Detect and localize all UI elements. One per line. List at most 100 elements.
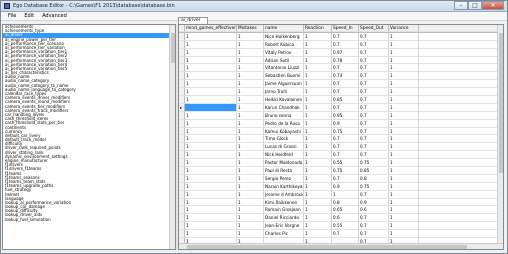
grid-cell[interactable]: 1 [389,167,419,175]
grid-cell[interactable]: 1 [185,48,237,57]
grid-cell[interactable]: 1 [237,159,264,168]
grid-cell[interactable]: 0.74 [332,72,359,81]
grid-cell[interactable]: 0.7 [332,80,359,89]
table-row[interactable]: 1 1 Nick Heidfeld 1 0.7 0.7 1 [179,151,503,160]
grid-cell[interactable]: 1 [389,222,419,231]
grid-cell[interactable]: 0.7 [332,174,359,183]
grid-cell[interactable]: 0.7 [332,88,359,97]
table-list-scrollbar[interactable] [169,25,175,249]
grid-cell[interactable]: 1 [237,167,264,175]
grid-cell[interactable]: 0.7 [359,32,389,41]
grid-cell[interactable]: Bruno senna [264,111,304,120]
grid-cell[interactable]: 0.6 [332,214,359,223]
grid-cell[interactable]: 1 [304,167,332,175]
grid-cell[interactable]: Sergio Perez [264,174,304,183]
grid-cell[interactable]: 1 [389,190,419,199]
grid-cell[interactable]: 1 [304,48,332,57]
grid-cell[interactable]: 1 [237,56,264,65]
grid-cell[interactable]: 1 [304,135,332,144]
grid-cell[interactable]: 0.7 [332,143,359,152]
grid-cell[interactable]: 0.8 [332,198,359,207]
grid-cell[interactable]: 1 [389,127,419,136]
grid-cell[interactable]: 1 [304,174,332,183]
grid-cell[interactable]: 1 [185,151,237,160]
grid-cell[interactable]: Vitaly Petrov [264,48,304,57]
table-row[interactable]: 1 1 Kamui Kobayashi 1 0.75 0.7 1 [179,127,503,136]
grid-cell[interactable]: 1 [237,222,264,231]
grid-cell[interactable]: 1 [304,198,332,207]
grid-cell[interactable]: 1 [237,119,264,128]
table-row[interactable]: 1 1 Narain Karthikeyan 1 0.9 0.75 1 [179,182,503,191]
grid-cell[interactable]: 1 [237,135,264,144]
grid-cell[interactable]: 1 [185,143,237,152]
grid-cell[interactable]: 0.7 [359,222,389,231]
grid-cell[interactable]: 0.7 [359,72,389,81]
grid-cell[interactable]: 0.7 [359,111,389,120]
grid-cell[interactable]: 1 [237,96,264,104]
column-header[interactable]: Variance [389,25,419,32]
grid-cell[interactable]: 1 [185,127,237,136]
grid-cell[interactable]: 0.7 [359,103,389,112]
grid-cell[interactable]: 1 [185,182,237,191]
minimize-button[interactable]: – [454,1,468,10]
grid-cell[interactable]: 1 [389,80,419,89]
grid-cell[interactable]: 1 [304,230,332,239]
grid-cell[interactable]: 1 [185,64,237,73]
grid-cell[interactable]: Karun Chandhok [264,103,304,112]
grid-cell[interactable]: Charles Pic [264,230,304,239]
grid-cell[interactable]: 1 [237,198,264,207]
column-header[interactable]: name [264,25,304,32]
scroll-thumb[interactable] [171,33,175,63]
table-row[interactable]: 1 1 Bruno senna 1 0.95 0.7 1 [179,111,503,120]
grid-cell[interactable]: 1 [185,230,237,239]
grid-cell[interactable]: 1 [389,143,419,152]
grid-cell[interactable]: 1 [185,72,237,81]
grid-cell[interactable]: 1 [389,206,419,215]
grid-cell[interactable]: 1 [237,190,264,199]
grid-cell[interactable]: 0.7 [332,103,359,112]
grid-cell[interactable]: 1 [389,174,419,183]
table-row[interactable]: 1 1 Timo Glock 1 0.7 0.7 1 [179,135,503,144]
grid-cell[interactable]: 0.7 [359,230,389,239]
table-row[interactable]: 1 1 Sergio Perez 1 0.7 0.8 1 [179,174,503,183]
grid-cell[interactable]: 1 [304,111,332,120]
grid-cell[interactable]: 1 [304,80,332,89]
grid-cell[interactable]: Heikki Kovalainen [264,96,304,104]
grid-cell[interactable]: 0.7 [359,96,389,104]
grid-cell[interactable]: 1 [389,230,419,239]
grid-cell[interactable]: Robert Kubica [264,40,304,49]
column-header[interactable]: Reaction [304,25,332,32]
grid-cell[interactable]: 1 [185,80,237,89]
grid-cell[interactable]: Sebastien Buemi [264,72,304,81]
table-row[interactable]: 1 1 Paul di Resta 1 0.75 0.85 1 [179,167,503,175]
grid-cell[interactable]: 0.9 [332,182,359,191]
grid-cell[interactable]: 1 [237,103,264,112]
grid-cell[interactable]: 1 [389,198,419,207]
grid-cell[interactable]: 0.7 [332,64,359,73]
grid-cell[interactable]: 0.7 [332,32,359,41]
grid-cell[interactable]: Romain Grosjean [264,206,304,215]
grid-cell[interactable]: 0.85 [332,96,359,104]
grid-cell[interactable]: 1 [304,103,332,112]
menu-file[interactable]: File [4,13,20,19]
grid-cell[interactable]: 1 [185,88,237,97]
grid-cell[interactable]: 0.7 [359,151,389,160]
table-row[interactable]: 1 1 Jean-Eric Vergne 1 0.55 0.7 1 [179,222,503,231]
grid-cell[interactable]: 1 [304,88,332,97]
grid-cell[interactable]: 1 [237,40,264,49]
grid-cell[interactable]: 1 [185,96,237,104]
grid-cell[interactable]: 1 [389,88,419,97]
grid-cell[interactable]: 1 [332,190,359,199]
table-row[interactable]: 1 1 Jarno Trulli 1 0.7 0.7 1 [179,88,503,97]
scroll-thumb[interactable] [499,33,503,173]
grid-cell[interactable]: 1 [389,96,419,104]
column-header[interactable]: Speed_In [332,25,359,32]
grid-cell[interactable]: 1 [237,182,264,191]
table-row[interactable]: ▸ 1 Karun Chandhok 1 0.7 0.7 1 [179,103,503,112]
grid-cell[interactable]: Timo Glock [264,135,304,144]
grid-cell[interactable]: 1 [304,40,332,49]
scroll-thumb[interactable] [187,245,467,249]
table-list[interactable]: achievements achievements_type ai_driver ai… [3,25,175,222]
grid-cell[interactable]: 0.65 [332,206,359,215]
grid-cell[interactable]: 1 [304,182,332,191]
